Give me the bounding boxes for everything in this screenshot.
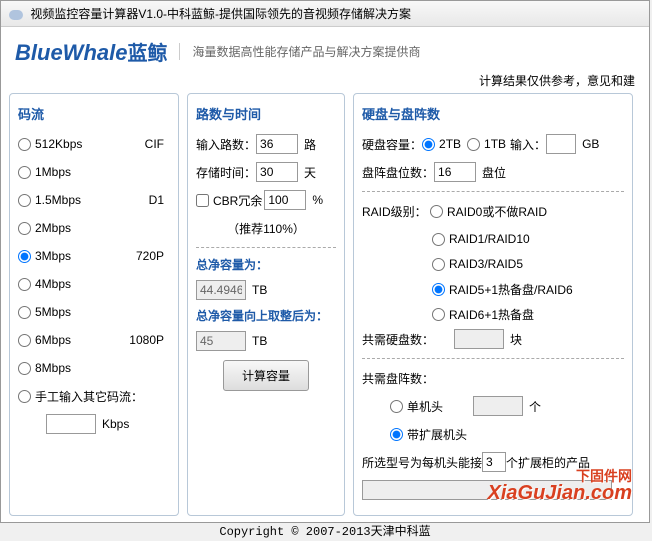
store-time-label: 存储时间： xyxy=(196,164,256,181)
bitrate-opt-6[interactable]: 5Mbps xyxy=(18,305,93,319)
need-disks-unit: 块 xyxy=(510,331,522,348)
logo-en: BlueWhale xyxy=(15,40,127,65)
net-cap-label: 总净容量为： xyxy=(196,256,336,273)
disk-title: 硬盘与盘阵数 xyxy=(362,104,624,123)
need-arrays-label: 共需盘阵数： xyxy=(362,370,434,387)
raid-opt-4[interactable]: RAID6+1热备盘 xyxy=(432,306,534,323)
bitrate-res-0: CIF xyxy=(145,137,164,151)
result-note: 计算结果仅供参考，意见和建 xyxy=(1,72,649,93)
disk-1tb-radio[interactable]: 1TB xyxy=(467,137,506,151)
window-title: 视频监控容量计算器V1.0-中科蓝鲸-提供国际领先的音视频存储解决方案 xyxy=(30,7,411,21)
store-time-unit: 天 xyxy=(304,164,316,181)
bitrate-res-4: 720P xyxy=(136,249,164,263)
header: BlueWhale蓝鲸 海量数据高性能存储产品与解决方案提供商 xyxy=(1,27,649,72)
raid-label: RAID级别： xyxy=(362,203,430,220)
calc-button[interactable]: 计算容量 xyxy=(223,360,309,391)
ceil-output xyxy=(196,331,246,351)
bitrate-opt-8[interactable]: 8Mbps xyxy=(18,361,93,375)
window-titlebar: 视频监控容量计算器V1.0-中科蓝鲸-提供国际领先的音视频存储解决方案 xyxy=(1,1,649,27)
net-cap-output xyxy=(196,280,246,300)
bitrate-opt-2[interactable]: 1.5Mbps xyxy=(18,193,93,207)
bitrate-opt-4[interactable]: 3Mbps xyxy=(18,249,93,263)
input-paths-unit: 路 xyxy=(304,136,316,153)
logo: BlueWhale蓝鲸 xyxy=(15,37,167,66)
raid-opt-1[interactable]: RAID1/RAID10 xyxy=(432,232,530,246)
head-single-output xyxy=(473,396,523,416)
disk-input-label: 输入： xyxy=(510,136,546,153)
net-cap-unit: TB xyxy=(252,283,267,297)
slots-unit: 盘位 xyxy=(482,164,506,181)
disk-cap-label: 硬盘容量： xyxy=(362,136,422,153)
head-single-radio[interactable]: 单机头 xyxy=(390,398,443,415)
cbr-checkbox[interactable] xyxy=(196,194,209,207)
bitrate-res-7: 1080P xyxy=(129,333,164,347)
bitrate-opt-0[interactable]: 512Kbps xyxy=(18,137,93,151)
disk-cap-input[interactable] xyxy=(546,134,576,154)
watermark-en: XiaGuJian.com xyxy=(488,482,633,504)
watermark: 下固件网 XiaGuJian.com xyxy=(488,466,633,505)
need-disks-output xyxy=(454,329,504,349)
bitrate-opt-3[interactable]: 2Mbps xyxy=(18,221,93,235)
head-expand-radio[interactable]: 带扩展机头 xyxy=(390,426,467,443)
slogan: 海量数据高性能存储产品与解决方案提供商 xyxy=(179,43,420,60)
model-label: 所选型号为每机头能接 xyxy=(362,454,482,471)
raid-opt-2[interactable]: RAID3/RAID5 xyxy=(432,257,523,271)
paths-title: 路数与时间 xyxy=(196,104,336,123)
ceil-unit: TB xyxy=(252,334,267,348)
raid-opt-3[interactable]: RAID5+1热备盘/RAID6 xyxy=(432,281,573,298)
input-paths-input[interactable] xyxy=(256,134,298,154)
slots-input[interactable] xyxy=(434,162,476,182)
footer: Copyright © 2007-2013天津中科蓝 xyxy=(1,516,649,541)
bitrate-panel: 码流 512Kbps CIF 1Mbps 1.5Mbps D1 2Mbps 3Mbp… xyxy=(9,93,179,516)
bitrate-opt-7[interactable]: 6Mbps xyxy=(18,333,93,347)
bitrate-manual-label: 手工输入其它码流： xyxy=(35,388,143,405)
ceil-label: 总净容量向上取整后为： xyxy=(196,307,336,324)
cbr-hint: （推荐110%） xyxy=(227,220,305,237)
disk-2tb-radio[interactable]: 2TB xyxy=(422,137,461,151)
cbr-unit: % xyxy=(312,193,323,207)
bitrate-opt-1[interactable]: 1Mbps xyxy=(18,165,93,179)
bitrate-manual-input[interactable] xyxy=(46,414,96,434)
need-disks-label: 共需硬盘数： xyxy=(362,331,434,348)
slots-label: 盘阵盘位数： xyxy=(362,164,434,181)
bitrate-manual-unit: Kbps xyxy=(102,417,129,431)
bitrate-title: 码流 xyxy=(18,104,170,123)
bitrate-res-2: D1 xyxy=(149,193,164,207)
input-paths-label: 输入路数： xyxy=(196,136,256,153)
disk-panel: 硬盘与盘阵数 硬盘容量： 2TB 1TB 输入： GB 盘阵盘位数： 盘位 RA… xyxy=(353,93,633,516)
bitrate-manual-radio[interactable]: 手工输入其它码流： xyxy=(18,388,143,405)
cbr-input[interactable] xyxy=(264,190,306,210)
head-unit: 个 xyxy=(529,398,541,415)
paths-panel: 路数与时间 输入路数： 路 存储时间： 天 CBR冗余 % （推荐110%） 总… xyxy=(187,93,345,516)
app-icon xyxy=(9,10,23,20)
raid-opt-0[interactable]: RAID0或不做RAID xyxy=(430,203,547,220)
logo-cn: 蓝鲸 xyxy=(127,43,167,65)
gb-unit: GB xyxy=(582,137,599,151)
store-time-input[interactable] xyxy=(256,162,298,182)
bitrate-opt-5[interactable]: 4Mbps xyxy=(18,277,93,291)
cbr-label: CBR冗余 xyxy=(213,192,262,209)
